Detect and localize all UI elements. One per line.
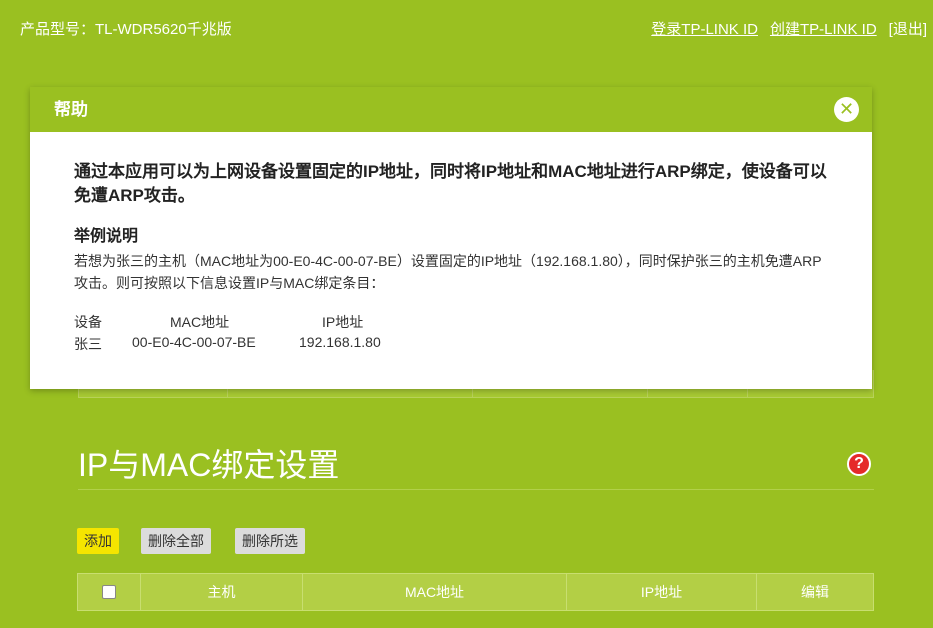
column-header-edit: 编辑 (801, 584, 829, 600)
help-dialog-body: 通过本应用可以为上网设备设置固定的IP地址，同时将IP地址和MAC地址进行ARP… (30, 132, 872, 356)
section-divider (78, 489, 874, 490)
example-cell-mac: 00-E0-4C-00-07-BE (132, 334, 256, 350)
example-cell-ip: 192.168.1.80 (299, 334, 381, 350)
help-dialog-title: 帮助 (54, 100, 88, 119)
binding-table-header: 主机 MAC地址 IP地址 编辑 (77, 573, 874, 611)
column-header-ip: IP地址 (567, 574, 757, 610)
login-tplink-link[interactable]: 登录TP-LINK ID (651, 18, 758, 39)
example-heading: 举例说明 (74, 228, 139, 245)
account-links: 登录TP-LINK ID 创建TP-LINK ID [退出] (651, 18, 927, 39)
example-header-mac: MAC地址 (170, 314, 230, 330)
example-description: 若想为张三的主机（MAC地址为00-E0-4C-00-07-BE）设置固定的IP… (74, 253, 822, 291)
product-model-label: 产品型号：TL-WDR5620千兆版 (20, 21, 232, 38)
page-title: IP与MAC绑定设置 (78, 447, 340, 483)
help-icon[interactable]: ? (847, 452, 871, 476)
select-all-cell (78, 574, 141, 610)
help-intro-text: 通过本应用可以为上网设备设置固定的IP地址，同时将IP地址和MAC地址进行ARP… (74, 162, 827, 205)
add-button[interactable]: 添加 (77, 528, 119, 554)
example-header-device: 设备 (74, 314, 102, 330)
close-icon[interactable]: ✕ (834, 97, 859, 122)
example-header-ip: IP地址 (322, 314, 364, 330)
help-dialog-header: 帮助 ✕ (30, 87, 872, 132)
select-all-checkbox[interactable] (102, 585, 116, 599)
create-tplink-link[interactable]: 创建TP-LINK ID (770, 18, 877, 39)
column-header-host: 主机 (141, 574, 303, 610)
help-dialog: 帮助 ✕ 通过本应用可以为上网设备设置固定的IP地址，同时将IP地址和MAC地址… (30, 87, 872, 389)
logout-link[interactable]: [退出] (889, 18, 927, 39)
delete-all-button[interactable]: 删除全部 (141, 528, 211, 554)
example-table: 设备 MAC地址 IP地址 张三 00-E0-4C-00-07-BE 192.1… (74, 312, 872, 356)
column-header-mac: MAC地址 (303, 574, 567, 610)
delete-selected-button[interactable]: 删除所选 (235, 528, 305, 554)
example-cell-device: 张三 (74, 336, 102, 352)
